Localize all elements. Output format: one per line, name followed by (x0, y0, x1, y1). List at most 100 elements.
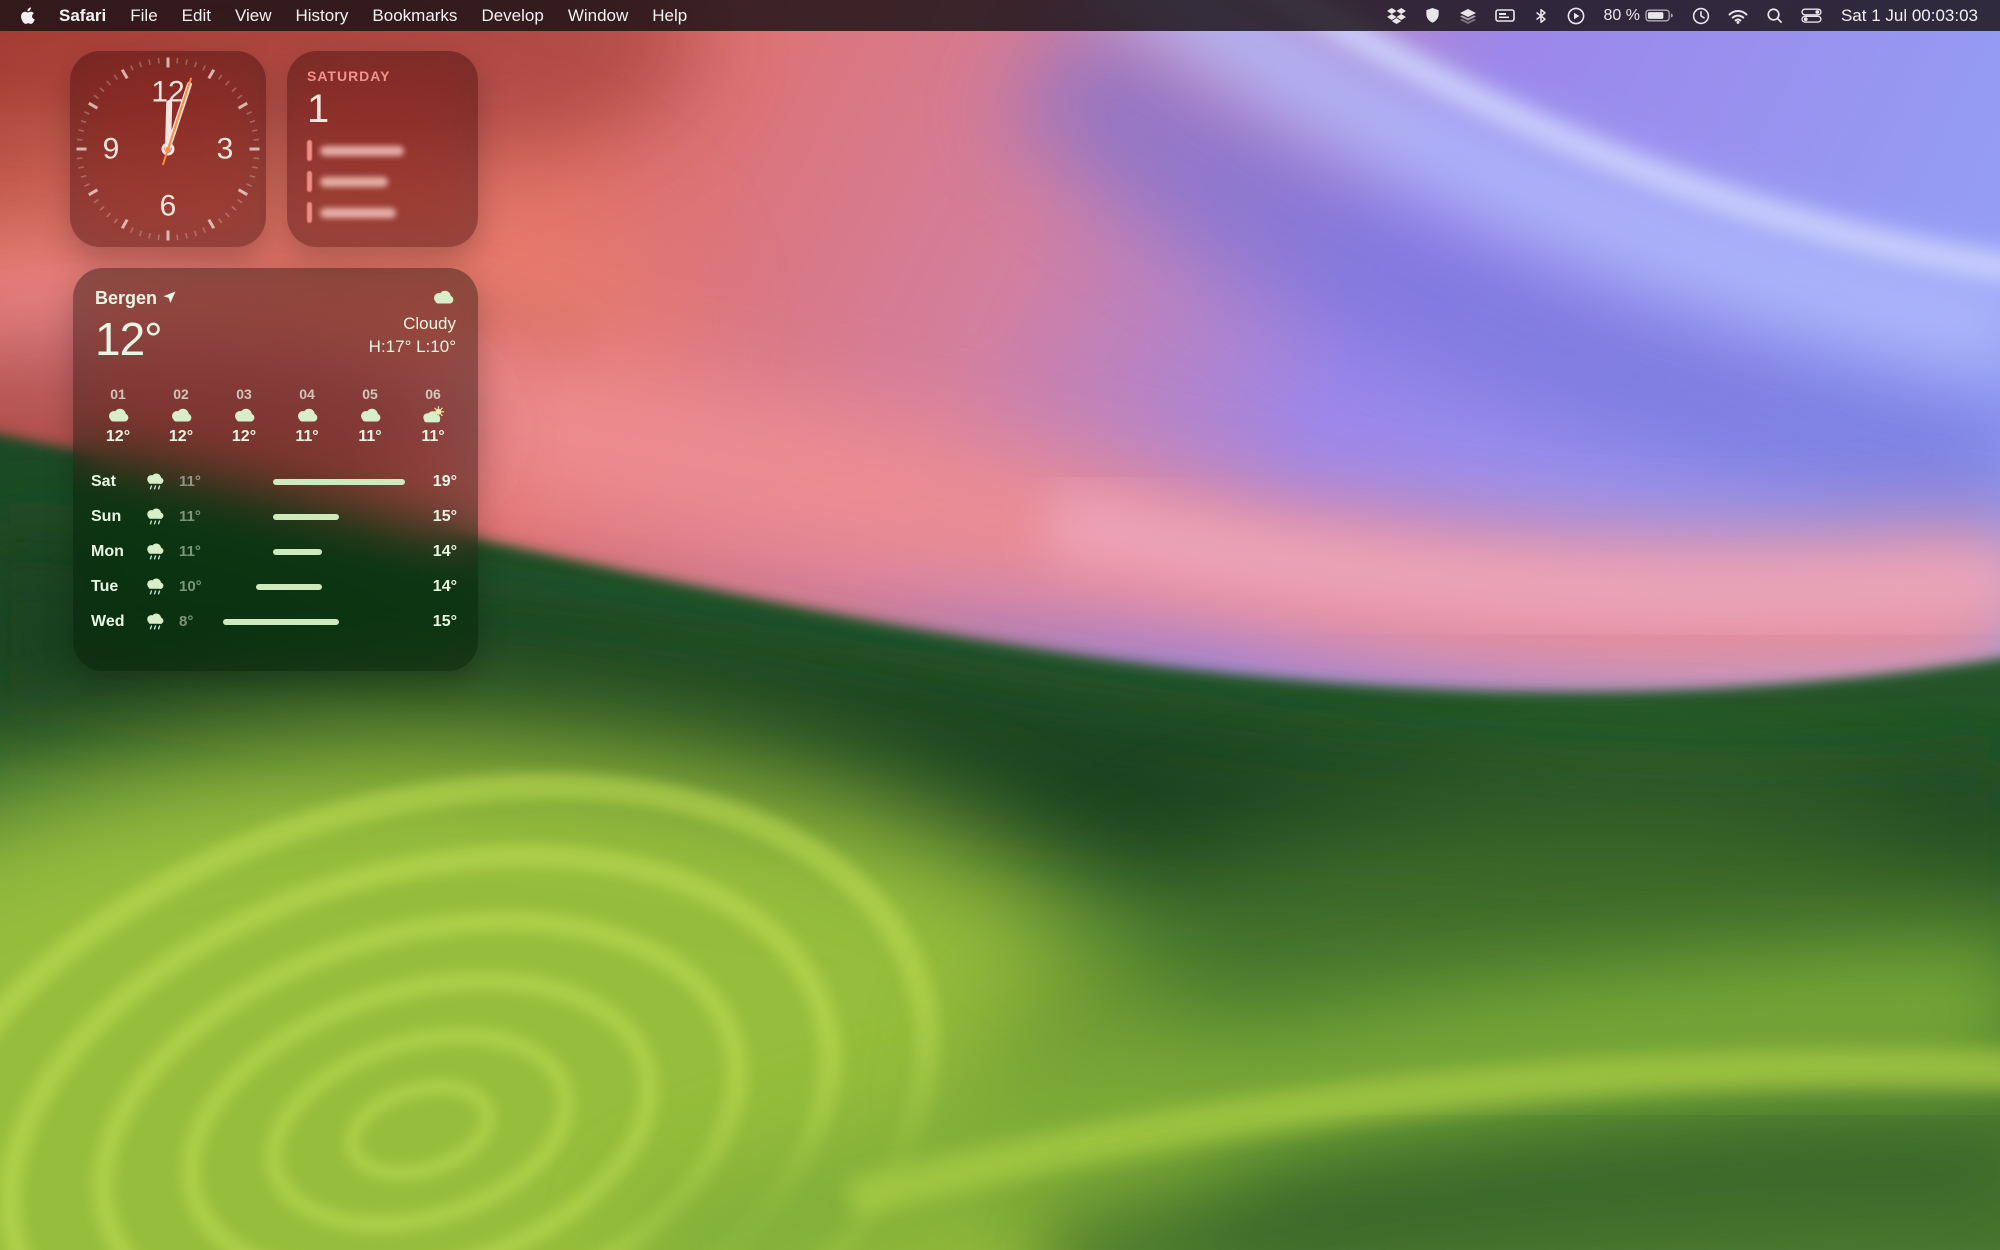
control-center-icon[interactable] (1792, 8, 1831, 23)
svg-text:3: 3 (217, 133, 234, 166)
cloud-icon (430, 288, 456, 313)
active-app-menu[interactable]: Safari (47, 6, 118, 26)
hour-label: 03 (236, 386, 252, 402)
event-title-redacted (320, 177, 388, 187)
event-color-bar (307, 140, 312, 161)
calendar-day-number: 1 (307, 88, 458, 130)
desktop: Safari FileEditViewHistoryBookmarksDevel… (0, 0, 2000, 1250)
menu-edit[interactable]: Edit (170, 6, 223, 26)
menu-develop[interactable]: Develop (469, 6, 555, 26)
dropbox-icon[interactable] (1378, 7, 1415, 24)
calendar-event[interactable] (307, 140, 458, 161)
daily-forecast-row: Tue 10° 14° (91, 569, 457, 604)
calendar-widget[interactable]: SATURDAY 1 (287, 51, 478, 247)
rain-icon (143, 507, 179, 526)
search-icon[interactable] (1757, 7, 1792, 24)
menu-bar-left: Safari FileEditViewHistoryBookmarksDevel… (16, 6, 699, 26)
day-low-temp: 8° (179, 613, 223, 630)
temp-range-bar (273, 514, 339, 520)
cloud-icon (168, 406, 194, 424)
day-high-temp: 14° (417, 578, 457, 596)
event-color-bar (307, 171, 312, 192)
day-high-temp: 15° (417, 508, 457, 526)
cloud-icon (231, 406, 257, 424)
rain-icon (143, 542, 179, 561)
bluetooth-icon[interactable] (1524, 7, 1558, 25)
hour-label: 01 (110, 386, 126, 402)
menu-help[interactable]: Help (640, 6, 699, 26)
layers-icon[interactable] (1450, 7, 1486, 25)
hour-label: 02 (173, 386, 189, 402)
day-low-temp: 11° (179, 473, 223, 490)
hour-temp: 11° (295, 428, 318, 446)
calendar-event[interactable] (307, 171, 458, 192)
hourly-forecast-column: 04 11° (288, 386, 326, 446)
weather-widget[interactable]: Bergen 12° Cloudy H:17° L:10° 01 12°02 1… (73, 268, 478, 671)
menu-bar: Safari FileEditViewHistoryBookmarksDevel… (0, 0, 2000, 31)
svg-text:6: 6 (160, 190, 177, 223)
weather-location: Bergen (95, 288, 157, 309)
menu-file[interactable]: File (118, 6, 169, 26)
calendar-event[interactable] (307, 202, 458, 223)
weather-hourly-forecast: 01 12°02 12°03 12°04 11°05 11°06 11° (73, 386, 478, 446)
weather-daily-forecast: Sat 11° 19°Sun 11° 15°Mon 11° (73, 464, 478, 639)
day-high-temp: 19° (417, 473, 457, 491)
menu-history[interactable]: History (284, 6, 361, 26)
clock-history-icon[interactable] (1683, 7, 1719, 25)
weather-current-temp: 12° (95, 312, 176, 366)
clock-widget[interactable]: 12369 (70, 51, 266, 247)
daily-forecast-row: Wed 8° 15° (91, 604, 457, 639)
status-items: 80 % (1378, 7, 1830, 25)
rain-icon (143, 472, 179, 491)
hour-temp: 11° (358, 428, 381, 446)
day-low-temp: 11° (179, 543, 223, 560)
wifi-icon[interactable] (1719, 8, 1757, 24)
day-label: Sun (91, 508, 143, 526)
display-icon[interactable] (1486, 8, 1524, 24)
day-low-temp: 11° (179, 508, 223, 525)
hour-temp: 12° (169, 428, 193, 446)
hourly-forecast-column: 01 12° (99, 386, 137, 446)
day-high-temp: 15° (417, 613, 457, 631)
daily-forecast-row: Mon 11° 14° (91, 534, 457, 569)
event-color-bar (307, 202, 312, 223)
temp-range-bar (256, 584, 322, 590)
hourly-forecast-column: 02 12° (162, 386, 200, 446)
menu-bookmarks[interactable]: Bookmarks (360, 6, 469, 26)
battery-indicator[interactable]: 80 % (1594, 7, 1682, 25)
apple-menu[interactable] (16, 7, 47, 25)
day-label: Tue (91, 578, 143, 596)
hourly-forecast-column: 03 12° (225, 386, 263, 446)
apple-logo-icon (20, 7, 35, 25)
battery-icon (1645, 8, 1674, 23)
play-circle-icon[interactable] (1558, 7, 1594, 25)
daily-forecast-row: Sun 11° 15° (91, 499, 457, 534)
day-high-temp: 14° (417, 543, 457, 561)
hour-temp: 12° (232, 428, 256, 446)
weather-header: Bergen 12° Cloudy H:17° L:10° (73, 288, 478, 366)
temp-range-track (223, 514, 405, 520)
day-label: Mon (91, 543, 143, 561)
temp-range-track (223, 584, 405, 590)
temp-range-track (223, 549, 405, 555)
temp-range-bar (273, 549, 323, 555)
menu-view[interactable]: View (223, 6, 284, 26)
weather-high-low: H:17° L:10° (369, 336, 456, 359)
menu-window[interactable]: Window (556, 6, 640, 26)
cloud-icon (105, 406, 131, 424)
menu-items: FileEditViewHistoryBookmarksDevelopWindo… (118, 6, 699, 26)
temp-range-bar (223, 619, 339, 625)
temp-range-track (223, 619, 405, 625)
sun-cloud-icon (420, 406, 446, 424)
hourly-forecast-column: 05 11° (351, 386, 389, 446)
hour-label: 05 (362, 386, 378, 402)
menu-bar-clock[interactable]: Sat 1 Jul 00:03:03 (1831, 6, 1984, 26)
hour-temp: 12° (106, 428, 130, 446)
menu-bar-right: 80 % Sat 1 Jul 00:03:03 (1378, 6, 1984, 26)
shield-icon[interactable] (1415, 7, 1450, 24)
day-low-temp: 10° (179, 578, 223, 595)
hour-label: 04 (299, 386, 315, 402)
rain-icon (143, 577, 179, 596)
svg-text:9: 9 (103, 133, 120, 166)
calendar-events (307, 140, 458, 223)
